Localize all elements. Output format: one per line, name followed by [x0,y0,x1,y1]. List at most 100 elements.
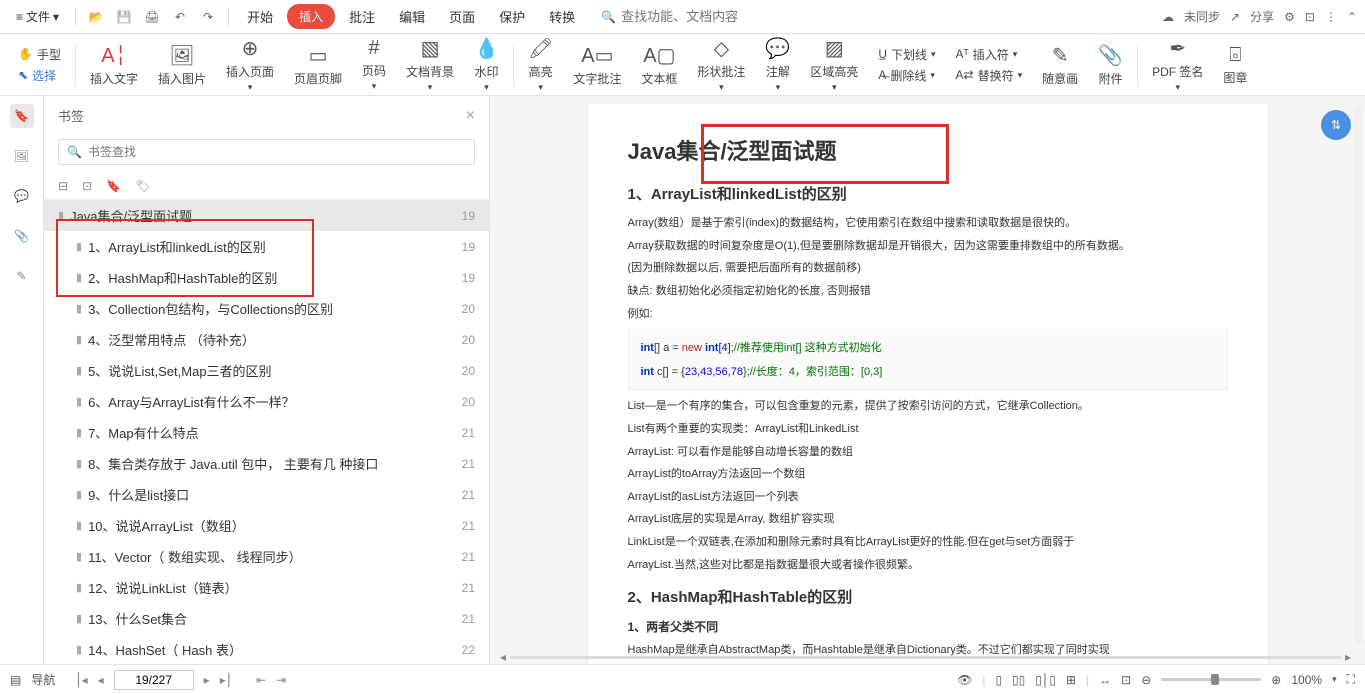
add-bookmark-icon[interactable]: 🔖 [106,179,121,193]
last-page-icon[interactable]: ▸⎮ [220,673,232,687]
bookmark-item[interactable]: ▮9、什么是list接口21 [44,479,489,510]
redo-icon[interactable]: ↷ [196,5,220,29]
save-icon[interactable]: 💾 [112,5,136,29]
watermark[interactable]: 💧水印▾ [464,36,509,93]
outdent-icon[interactable]: ⇤ [256,673,266,687]
collapse-all-icon[interactable]: ⊟ [58,179,68,193]
insert-text[interactable]: A╎插入文字 [80,43,148,87]
zoom-out-icon[interactable]: ⊖ [1141,673,1151,687]
bookmark-item[interactable]: ▮3、Collection包结构，与Collections的区别20 [44,293,489,324]
shape-comment[interactable]: ◇形状批注▾ [687,36,755,93]
horizontal-scrollbar[interactable]: ◂▸ [500,652,1351,662]
thumbnail-rail-icon[interactable]: 🖼 [10,144,34,168]
open-icon[interactable]: 📂 [84,5,108,29]
doc-bg[interactable]: ▧文档背景▾ [396,36,464,93]
bookmark-item-page: 22 [462,643,475,657]
search-box[interactable]: 🔍 [601,9,781,24]
bookmark-item[interactable]: ▮1、ArrayList和linkedList的区别19 [44,231,489,262]
print-icon[interactable]: 🖨 [140,5,164,29]
attachment-rail-icon[interactable]: 📎 [10,224,34,248]
bookmark-item[interactable]: ▮13、什么Set集合21 [44,603,489,634]
floating-action-button[interactable]: ⇅ [1321,110,1351,140]
zoom-in-icon[interactable]: ⊕ [1271,673,1281,687]
bookmark-item[interactable]: ▮7、Map有什么特点21 [44,417,489,448]
bookmark-icon[interactable]: 🏷 [135,179,150,193]
bookmark-item-page: 21 [462,581,475,595]
bookmark-item[interactable]: ▮11、Vector（ 数组实现、 线程同步）21 [44,541,489,572]
zoom-slider[interactable] [1161,678,1261,681]
page-input[interactable] [114,670,194,690]
tab-annotate[interactable]: 批注 [339,1,385,32]
tab-protect[interactable]: 保护 [489,1,535,32]
bookmark-item[interactable]: ▮Java集合/泛型面试题19 [44,200,489,231]
undo-icon[interactable]: ↶ [168,5,192,29]
tool-hand[interactable]: ✋手型 [18,46,61,63]
area-highlight[interactable]: ▨区域高亮▾ [800,36,868,93]
gear-icon[interactable]: ⚙ [1284,10,1295,24]
first-page-icon[interactable]: ⎮◂ [75,673,87,687]
header-footer[interactable]: ▭页眉页脚 [284,43,352,87]
document-view[interactable]: Java集合/泛型面试题 1、ArrayList和linkedList的区别 A… [490,96,1365,664]
continuous-icon[interactable]: ▯▯ [1012,673,1025,687]
more-icon[interactable]: ⋮ [1325,10,1337,24]
bookmark-item[interactable]: ▮6、Array与ArrayList有什么不一样？20 [44,386,489,417]
bookmark-search-input[interactable] [88,145,466,159]
replace-char[interactable]: A⇄替换符▾ [956,67,1023,84]
bookmark-item[interactable]: ▮12、说说LinkList（链表）21 [44,572,489,603]
stamp[interactable]: ⌻图章 [1213,44,1257,86]
bookmark-rail-icon[interactable]: 🔖 [10,104,34,128]
bookmark-item[interactable]: ▮5、说说List,Set,Map三者的区别20 [44,355,489,386]
strikeout[interactable]: A̶删除线▾ [878,67,935,84]
bookmark-search[interactable]: 🔍 [58,139,475,165]
feedback-icon[interactable]: ⊡ [1305,10,1315,24]
view-icon[interactable]: 👁 [957,673,972,687]
zoom-value[interactable]: 100% [1291,673,1322,687]
pdf-sign[interactable]: ✒PDF 签名▾ [1142,36,1213,93]
highlight[interactable]: 🖍高亮▾ [518,36,563,93]
sync-status[interactable]: 未同步 [1184,8,1220,25]
tab-convert[interactable]: 转换 [539,1,585,32]
shape-rail-icon[interactable]: ✎ [10,264,34,288]
single-page-icon[interactable]: ▯ [995,673,1002,687]
insert-image[interactable]: 🖼插入图片 [148,43,216,87]
note[interactable]: 💬注解▾ [755,36,800,93]
textbox[interactable]: A▢文本框 [631,43,687,87]
bookmark-item[interactable]: ▮4、泛型常用特点 （待补充）20 [44,324,489,355]
collapse-icon[interactable]: ⌃ [1347,10,1357,24]
tab-insert[interactable]: 插入 [287,4,335,29]
attachment[interactable]: 📎附件 [1088,43,1133,87]
bookmark-item[interactable]: ▮2、HashMap和HashTable的区别19 [44,262,489,293]
vertical-scrollbar[interactable] [1355,106,1363,644]
nav-icon[interactable]: ▤ [10,673,21,687]
prev-page-icon[interactable]: ◂ [98,673,104,687]
page-number[interactable]: #页码▾ [352,37,396,92]
bookmark-item[interactable]: ▮8、集合类存放于 Java.util 包中， 主要有几 种接口21 [44,448,489,479]
insert-page[interactable]: ⊕插入页面▾ [216,36,284,93]
comment-rail-icon[interactable]: 💬 [10,184,34,208]
grid-icon[interactable]: ⊞ [1066,673,1076,687]
bookmark-item[interactable]: ▮10、说说ArrayList（数组）21 [44,510,489,541]
fullscreen-icon[interactable]: ⛶ [1347,672,1355,687]
text-comment[interactable]: A▭文字批注 [563,43,631,87]
zoom-thumb[interactable] [1211,674,1219,685]
tab-page[interactable]: 页面 [439,1,485,32]
tool-select[interactable]: ⬉选择 [18,67,56,84]
search-input[interactable] [621,9,781,24]
underline[interactable]: U̲下划线▾ [878,46,935,63]
next-page-icon[interactable]: ▸ [204,673,210,687]
fit-width-icon[interactable]: ↔ [1099,673,1111,687]
expand-all-icon[interactable]: ⊡ [82,179,92,193]
close-icon[interactable]: × [466,107,475,125]
file-menu[interactable]: ≡ 文件 ▾ [8,4,67,29]
nav-label[interactable]: 导航 [31,671,55,688]
chevron-down-icon[interactable]: ▾ [1332,674,1337,685]
indent-icon[interactable]: ⇥ [276,673,286,687]
share-btn[interactable]: 分享 [1250,8,1274,25]
freehand[interactable]: ✎随意画 [1032,43,1088,87]
tab-start[interactable]: 开始 [237,1,283,32]
two-page-icon[interactable]: ▯│▯ [1035,673,1056,687]
tab-edit[interactable]: 编辑 [389,1,435,32]
fit-page-icon[interactable]: ⊡ [1121,673,1131,687]
insert-char[interactable]: Aᵀ插入符▾ [956,46,1018,63]
bookmark-item[interactable]: ▮14、HashSet（ Hash 表）22 [44,634,489,664]
